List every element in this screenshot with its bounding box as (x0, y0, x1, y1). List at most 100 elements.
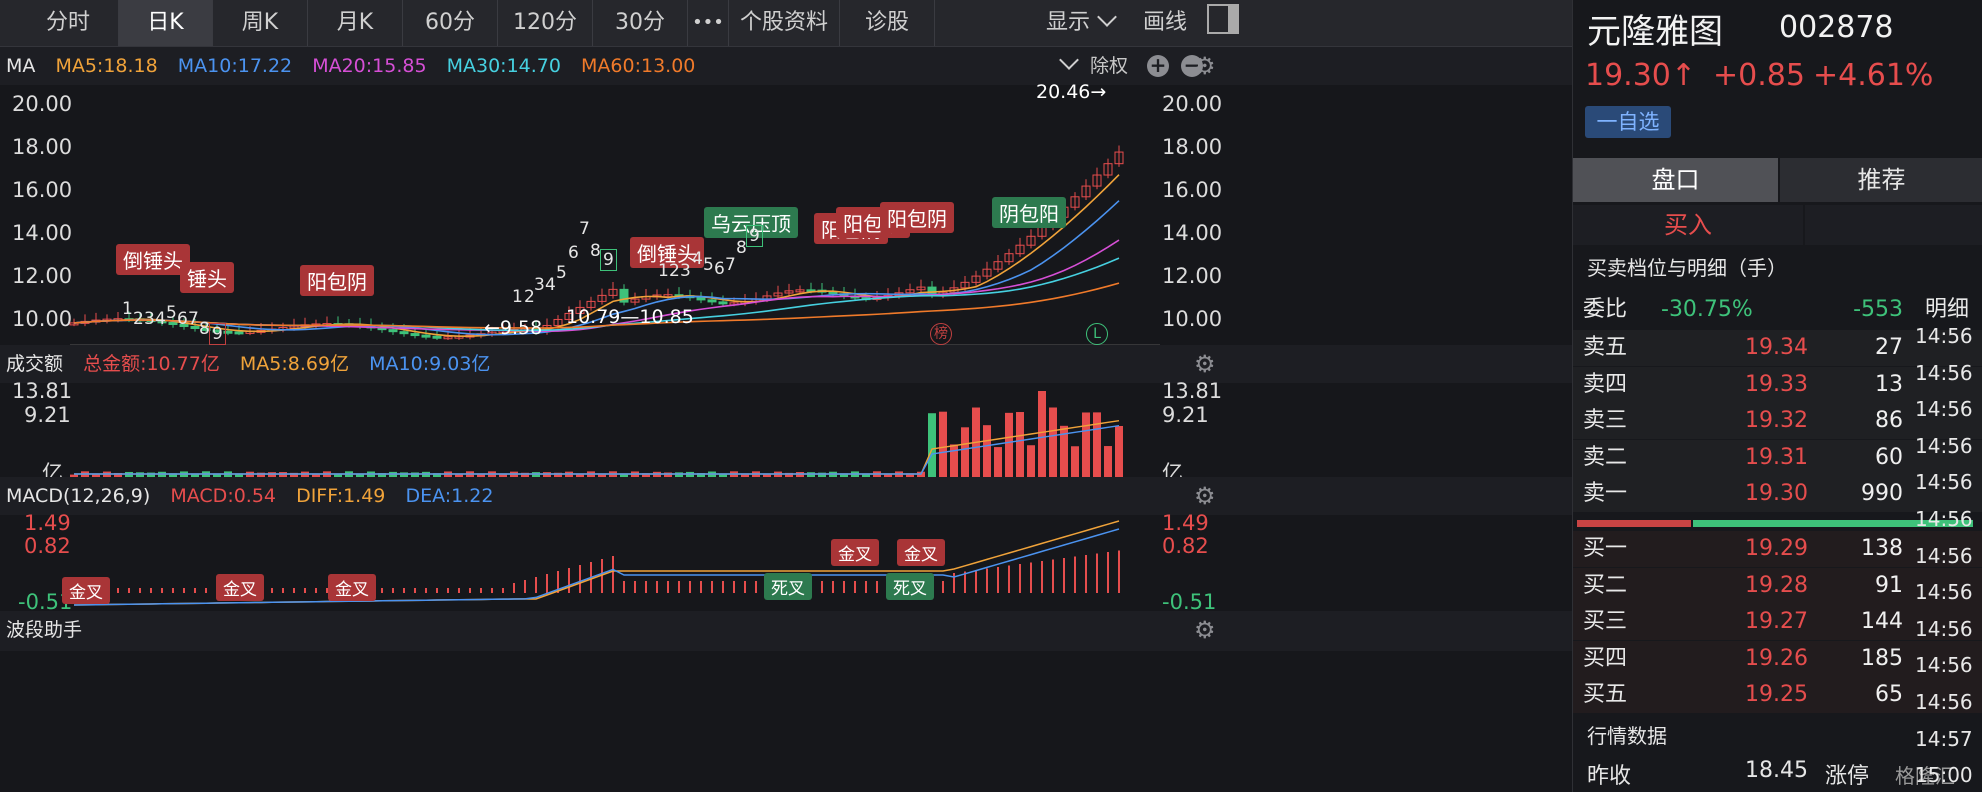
price-tick-18: 18.00 (12, 135, 73, 159)
price-tick-right-20: 20.00 (1162, 92, 1223, 116)
macd-bar (1118, 550, 1120, 593)
level-label: 买二 (1583, 572, 1628, 598)
candle-body (399, 331, 409, 335)
price-tick-right-18: 18.00 (1162, 135, 1223, 159)
more-tabs-button[interactable]: ••• (688, 0, 729, 46)
order-ratio-row: 委比 -30.75% -553 明细 (1573, 292, 1982, 328)
level-label: 卖三 (1583, 408, 1628, 433)
adjust-dropdown[interactable]: 除权 (1059, 47, 1142, 85)
price-range-marker: 10.79—10.85 (566, 306, 694, 328)
tab-order-book[interactable]: 盘口 (1573, 158, 1778, 202)
gear-icon[interactable]: ⚙ (1194, 618, 1218, 642)
gear-icon[interactable]: ⚙ (1194, 484, 1218, 508)
macd-bar (139, 588, 141, 593)
price-tick-20: 20.00 (12, 92, 73, 116)
macd-bar (997, 567, 999, 593)
candle-body (388, 329, 398, 333)
level-label: 买四 (1583, 645, 1628, 671)
count-digit: 4 (545, 275, 556, 295)
macd-bar (1052, 559, 1054, 593)
macd-bar (722, 581, 724, 593)
toggle-panel-icon[interactable] (1207, 4, 1239, 34)
pattern-tag[interactable]: 锤头 (180, 262, 234, 293)
level-label: 卖一 (1583, 481, 1628, 506)
count-digit: 1 (122, 299, 133, 319)
volume-bar (1038, 391, 1046, 479)
golden-cross-tag[interactable]: 金叉 (328, 574, 376, 601)
macd-bar (634, 581, 636, 593)
volume-panel[interactable] (0, 383, 1240, 481)
draw-line-button[interactable]: 画线 (1130, 0, 1200, 46)
price-tick-10: 10.00 (12, 307, 73, 331)
price-tick-right-12: 12.00 (1162, 264, 1223, 288)
macd-bar (843, 581, 845, 593)
candle-body (707, 299, 717, 303)
level-label: 买三 (1583, 609, 1628, 634)
level-label: 卖五 (1583, 335, 1628, 360)
buy-tab[interactable]: 买入 (1573, 205, 1803, 245)
l-signal-icon[interactable]: L (1086, 323, 1108, 345)
golden-cross-tag[interactable]: 金叉 (897, 539, 945, 566)
golden-cross-tag[interactable]: 金叉 (62, 577, 110, 604)
volume-bar (994, 447, 1002, 479)
death-cross-tag[interactable]: 死叉 (764, 573, 812, 600)
tab-timeshare[interactable]: 分时 (18, 0, 119, 46)
tab-60min[interactable]: 60分 (403, 0, 498, 46)
macd-bar (1008, 565, 1010, 593)
price-tick-14: 14.00 (12, 221, 73, 245)
candle-body (234, 331, 244, 335)
candle-body (421, 334, 431, 338)
trade-detail-time: 14:56 (1915, 616, 1973, 641)
ratio-pct: -30.75% (1661, 297, 1753, 322)
detail-label[interactable]: 明细 (1925, 292, 1969, 328)
tab-120min[interactable]: 120分 (498, 0, 593, 46)
add-watchlist-button[interactable]: 一自选 (1585, 106, 1671, 138)
golden-cross-tag[interactable]: 金叉 (831, 539, 879, 566)
count-digit: 3 (680, 261, 691, 281)
pattern-tag[interactable]: 阳包阴 (300, 265, 374, 296)
macd-bar (667, 581, 669, 593)
tab-weekly-k[interactable]: 周K (213, 0, 308, 46)
pattern-tag[interactable]: 倒锤头 (116, 244, 190, 275)
gear-icon[interactable]: ⚙ (1194, 54, 1218, 78)
count-digit: 6 (177, 309, 188, 329)
level-label: 卖四 (1583, 371, 1628, 397)
macd-bar (128, 588, 130, 593)
volume-tick-max: 13.81 (12, 379, 73, 403)
level-label: 买五 (1583, 682, 1628, 707)
limit-up-label: 涨停 (1825, 764, 1870, 789)
macd-bar (832, 581, 834, 593)
macd-panel[interactable] (0, 515, 1240, 611)
tab-daily-k[interactable]: 日K (119, 0, 213, 46)
gear-icon[interactable]: ⚙ (1194, 352, 1218, 376)
volume-bar (961, 427, 969, 479)
level-volume: 27 (1875, 335, 1903, 360)
volume-bar (1115, 425, 1123, 479)
candle-body (718, 301, 728, 305)
volume-header: 成交额 总金额:10.77亿 MA5:8.69亿 MA10:9.03亿 ⚙ (0, 345, 1572, 383)
ma20-value: MA20:15.85 (312, 55, 427, 77)
pattern-tag[interactable]: 阴包阳 (992, 197, 1066, 228)
wave-helper-label[interactable]: 波段助手 (6, 619, 82, 641)
trade-detail-time: 14:56 (1915, 360, 1973, 385)
low-price-marker: ←9.58 (484, 317, 543, 339)
macd-bar (502, 588, 504, 593)
count-digit: 7 (579, 219, 590, 239)
zoom-in-icon[interactable]: + (1147, 55, 1169, 77)
dea-value: DEA:1.22 (405, 485, 494, 507)
sell-tab[interactable] (1805, 205, 1982, 245)
tab-recommend[interactable]: 推荐 (1780, 158, 1982, 202)
pattern-tag[interactable]: 阳包阴 (880, 202, 954, 233)
golden-cross-tag[interactable]: 金叉 (216, 574, 264, 601)
tab-monthly-k[interactable]: 月K (308, 0, 403, 46)
tab-stock-profile[interactable]: 个股资料 (729, 0, 840, 46)
death-cross-tag[interactable]: 死叉 (886, 573, 934, 600)
macd-bar (381, 588, 383, 593)
tab-30min[interactable]: 30分 (593, 0, 688, 46)
rank-icon[interactable]: 榜 (930, 323, 952, 345)
display-dropdown[interactable]: 显示 (1030, 0, 1130, 46)
tab-diagnose[interactable]: 诊股 (840, 0, 935, 46)
candle-body (432, 335, 442, 339)
count-digit: 7 (188, 309, 199, 329)
macd-value: MACD:0.54 (170, 485, 277, 507)
